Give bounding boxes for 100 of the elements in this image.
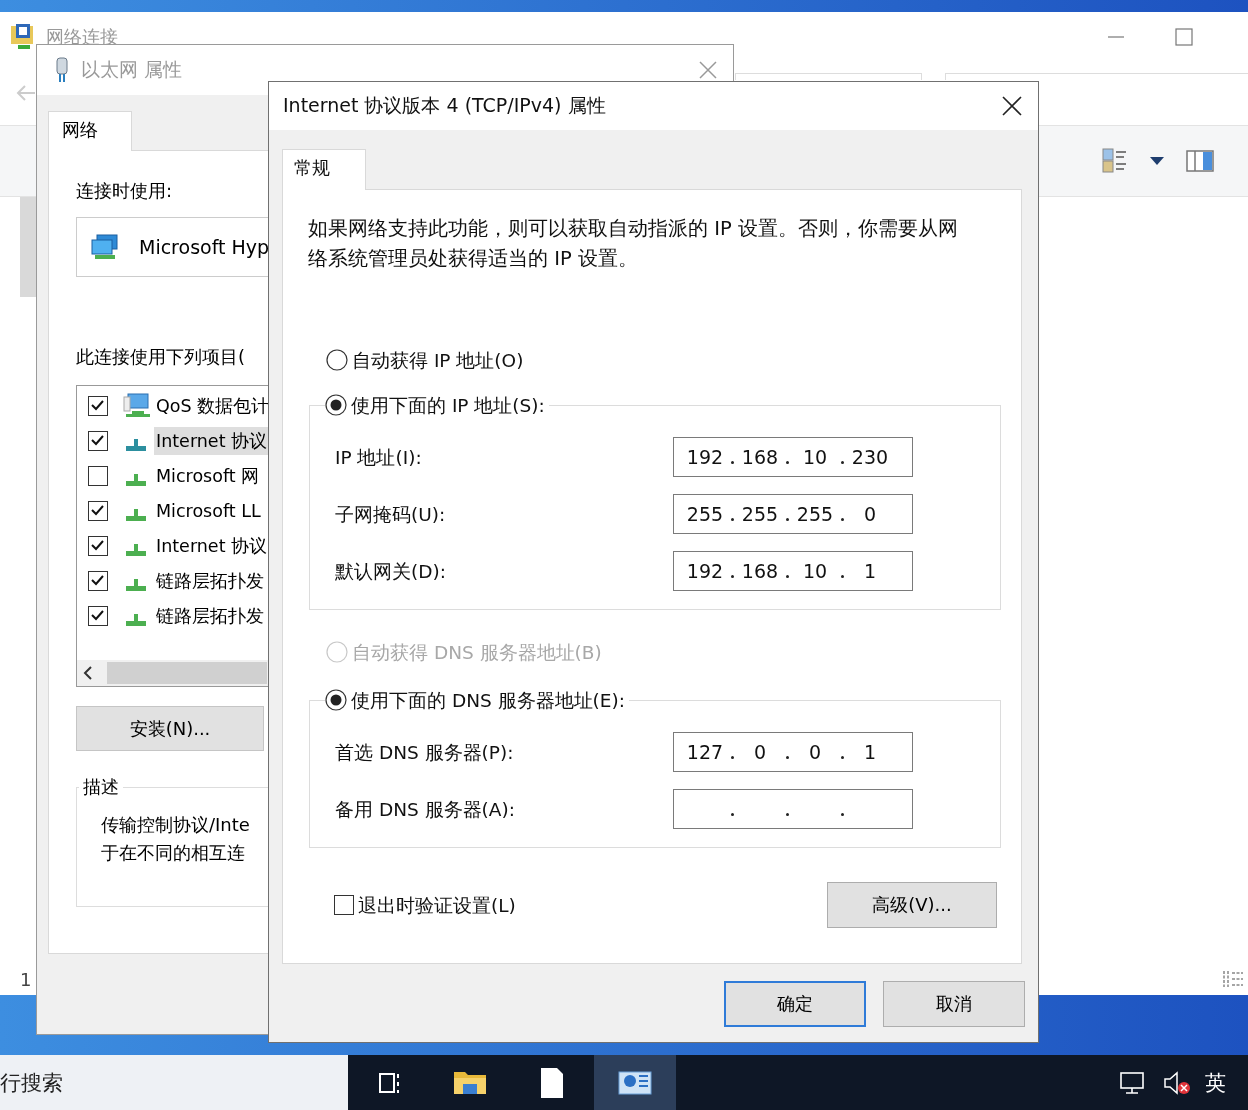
octet-value: 192 xyxy=(686,446,724,468)
dot-separator xyxy=(841,460,844,464)
dialog-title: 以太网 属性 xyxy=(81,57,183,82)
dot-separator xyxy=(731,460,734,464)
checkbox[interactable] xyxy=(88,535,108,556)
view-options-icon[interactable] xyxy=(1102,148,1128,174)
octet-value: 0 xyxy=(807,741,823,763)
field-label: 首选 DNS 服务器(P): xyxy=(335,740,515,765)
checkbox-label: 退出时验证设置(L) xyxy=(358,893,516,918)
octet-value: 1 xyxy=(862,560,878,582)
cancel-button[interactable]: 取消 xyxy=(883,981,1025,1027)
network-protocol-icon xyxy=(126,578,146,591)
group-title: 描述 xyxy=(82,775,120,799)
field-label: IP 地址(I): xyxy=(335,445,423,470)
task-view-icon xyxy=(379,1072,399,1093)
description-text: 传输控制协议/Inte 于在不同的相互连 xyxy=(101,813,250,865)
list-item[interactable]: 链路层拓扑发 xyxy=(154,566,266,595)
tab[interactable]: 网络 xyxy=(48,111,132,151)
dot-separator xyxy=(731,517,734,521)
octet-value: 255 xyxy=(686,503,724,525)
list-item[interactable]: QoS 数据包计 xyxy=(154,391,272,420)
taskbar-button[interactable] xyxy=(594,1055,676,1110)
field-label: 备用 DNS 服务器(A): xyxy=(335,797,516,822)
network-protocol-icon xyxy=(126,613,146,626)
checkbox[interactable] xyxy=(88,570,108,591)
checkbox[interactable] xyxy=(88,430,108,451)
field-label: 默认网关(D): xyxy=(335,559,447,584)
preview-pane-icon[interactable] xyxy=(1186,150,1214,172)
field-label: 连接时使用: xyxy=(76,179,173,203)
field-label: 子网掩码(U): xyxy=(335,502,447,527)
octet-value: 168 xyxy=(741,560,779,582)
network-service-icon xyxy=(122,392,150,419)
dot-separator xyxy=(786,574,789,578)
dot-separator xyxy=(731,574,734,578)
octet-value: 230 xyxy=(851,446,889,468)
intro-text: 如果网络支持此功能，则可以获取自动指派的 IP 设置。否则，你需要从网络系统管理员处获得适当的 IP 设置。 xyxy=(308,216,959,272)
ip-address-field[interactable]: 255 255 255 0 xyxy=(673,494,913,534)
list-item[interactable]: Microsoft 网 xyxy=(154,461,262,490)
radio-button[interactable] xyxy=(326,349,348,371)
octet-value: 168 xyxy=(741,446,779,468)
octet-value: 255 xyxy=(796,503,834,525)
dot-separator xyxy=(786,812,789,816)
network-protocol-icon xyxy=(126,543,146,556)
ok-button[interactable]: 确定 xyxy=(724,981,866,1027)
octet-value: 127 xyxy=(686,741,724,763)
network-protocol-icon xyxy=(126,438,146,451)
dropdown-caret-icon[interactable] xyxy=(1150,156,1164,166)
network-cable-icon xyxy=(55,57,69,83)
tab[interactable]: 常规 xyxy=(282,149,366,190)
advanced-button[interactable]: 高级(V)... xyxy=(827,882,997,928)
list-item[interactable]: Microsoft LL xyxy=(154,498,263,523)
dot-separator xyxy=(786,460,789,464)
network-folder-icon xyxy=(10,23,36,51)
dialog-title: Internet 协议版本 4 (TCP/IPv4) 属性 xyxy=(283,93,606,118)
checkbox[interactable] xyxy=(88,395,108,416)
volume-muted-icon[interactable] xyxy=(1163,1070,1191,1095)
ip-address-field[interactable] xyxy=(673,789,913,829)
field-label: 此连接使用下列项目( xyxy=(76,345,246,369)
octet-value: 1 xyxy=(862,741,878,763)
checkbox[interactable] xyxy=(88,465,108,486)
radio-button[interactable] xyxy=(325,394,347,416)
dot-separator xyxy=(841,812,844,816)
checkbox[interactable] xyxy=(88,500,108,521)
dot-separator xyxy=(731,812,734,816)
network-protocol-icon xyxy=(126,508,146,521)
dot-separator xyxy=(841,517,844,521)
option-label: 使用下面的 DNS 服务器地址(E): xyxy=(351,688,625,713)
list-item[interactable]: 链路层拓扑发 xyxy=(154,601,266,630)
dot-separator xyxy=(731,755,734,759)
octet-value: 0 xyxy=(862,503,878,525)
option-label: 自动获得 DNS 服务器地址(B) xyxy=(352,640,602,665)
octet-value: 0 xyxy=(752,741,768,763)
taskbar-search[interactable]: 行搜索 xyxy=(0,1055,348,1110)
octet-value: 255 xyxy=(741,503,779,525)
dot-separator xyxy=(786,517,789,521)
checkbox[interactable] xyxy=(88,605,108,626)
search-text: 行搜索 xyxy=(0,1069,63,1097)
dot-separator xyxy=(786,755,789,759)
radio-button[interactable] xyxy=(325,689,347,711)
octet-value: 192 xyxy=(686,560,724,582)
dot-separator xyxy=(841,574,844,578)
input-language[interactable]: 英 xyxy=(1205,1068,1226,1097)
list-item[interactable]: Internet 协议 xyxy=(154,531,270,560)
network-protocol-icon xyxy=(126,473,146,486)
dot-separator xyxy=(841,755,844,759)
item-count: 1 xyxy=(20,968,32,990)
option-label: 自动获得 IP 地址(O) xyxy=(352,348,524,373)
ip-address-field[interactable]: 127 0 0 1 xyxy=(673,732,913,772)
scrollbar-thumb[interactable] xyxy=(107,662,267,684)
install-button[interactable]: 安装(N)... xyxy=(76,706,264,751)
ip-address-field[interactable]: 192 168 10 230 xyxy=(673,437,913,477)
checkbox[interactable] xyxy=(334,895,354,915)
close-icon[interactable] xyxy=(1002,96,1022,116)
list-item[interactable]: Internet 协议 xyxy=(154,426,270,455)
network-adapter-icon xyxy=(91,234,119,260)
octet-value: 10 xyxy=(801,446,829,468)
ip-address-field[interactable]: 192 168 10 1 xyxy=(673,551,913,591)
octet-value: 10 xyxy=(801,560,829,582)
adapter-name: Microsoft Hyp xyxy=(139,236,270,258)
option-label: 使用下面的 IP 地址(S): xyxy=(351,393,545,418)
